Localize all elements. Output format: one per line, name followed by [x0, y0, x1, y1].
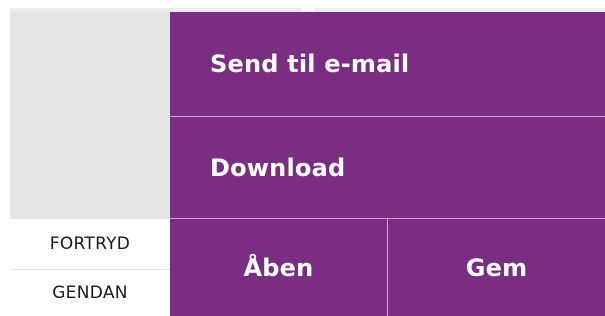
- export-menu-screen: Send til e-mail Download Åben Gem FORTRY…: [0, 0, 605, 316]
- send-email-label: Send til e-mail: [210, 50, 410, 78]
- undo-button[interactable]: FORTRYD: [10, 219, 170, 269]
- redo-label: GENDAN: [52, 283, 128, 303]
- save-label: Gem: [465, 253, 528, 282]
- preview-panel: [10, 12, 170, 219]
- open-label: Åben: [243, 253, 314, 282]
- open-button[interactable]: Åben: [170, 219, 387, 316]
- download-label: Download: [210, 153, 346, 182]
- save-button[interactable]: Gem: [388, 219, 605, 316]
- download-button[interactable]: Download: [170, 117, 605, 218]
- send-email-button[interactable]: Send til e-mail: [170, 12, 605, 116]
- top-strip: [0, 0, 605, 12]
- undo-label: FORTRYD: [49, 234, 131, 254]
- redo-button[interactable]: GENDAN: [10, 270, 170, 316]
